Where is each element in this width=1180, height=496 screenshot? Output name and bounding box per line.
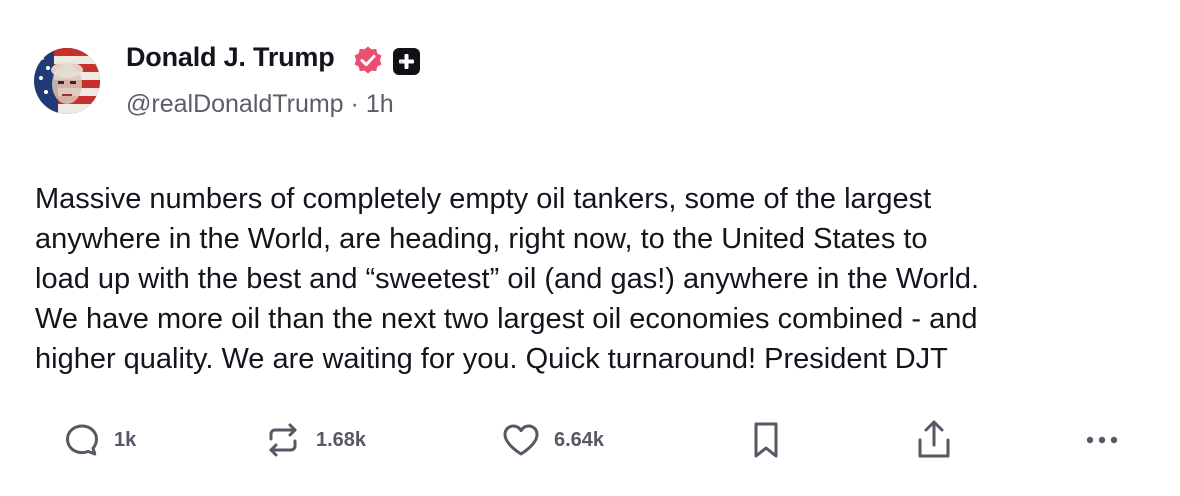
more-icon <box>1086 436 1118 444</box>
avatar-image <box>34 48 100 114</box>
handle-line: @realDonaldTrump · 1h <box>126 90 394 119</box>
share-button[interactable] <box>914 420 954 460</box>
post-body: Massive numbers of completely empty oil … <box>35 183 980 375</box>
like-button[interactable]: 6.64k <box>500 420 604 460</box>
more-options-button[interactable] <box>1082 420 1122 460</box>
reply-count: 1k <box>114 428 137 451</box>
meta-separator: · <box>350 90 359 118</box>
post-timestamp[interactable]: 1h <box>366 90 394 118</box>
repost-button[interactable]: 1.68k <box>262 420 366 460</box>
repost-count: 1.68k <box>316 428 367 451</box>
repost-icon <box>269 423 297 457</box>
plus-badge-icon <box>393 48 420 75</box>
author-handle[interactable]: @realDonaldTrump <box>126 90 344 118</box>
reply-button[interactable]: 1k <box>62 420 136 460</box>
comment-icon <box>66 424 98 456</box>
post-card: Donald J. Trump @realDonaldTrump · 1h Ma… <box>0 0 1180 496</box>
author-name[interactable]: Donald J. Trump <box>126 42 335 73</box>
share-icon <box>918 420 950 458</box>
avatar[interactable] <box>34 48 100 114</box>
verified-check-icon <box>354 46 382 74</box>
like-count: 6.64k <box>554 428 605 451</box>
bookmark-icon <box>754 422 778 458</box>
heart-icon <box>503 424 539 456</box>
bookmark-button[interactable] <box>748 420 784 460</box>
